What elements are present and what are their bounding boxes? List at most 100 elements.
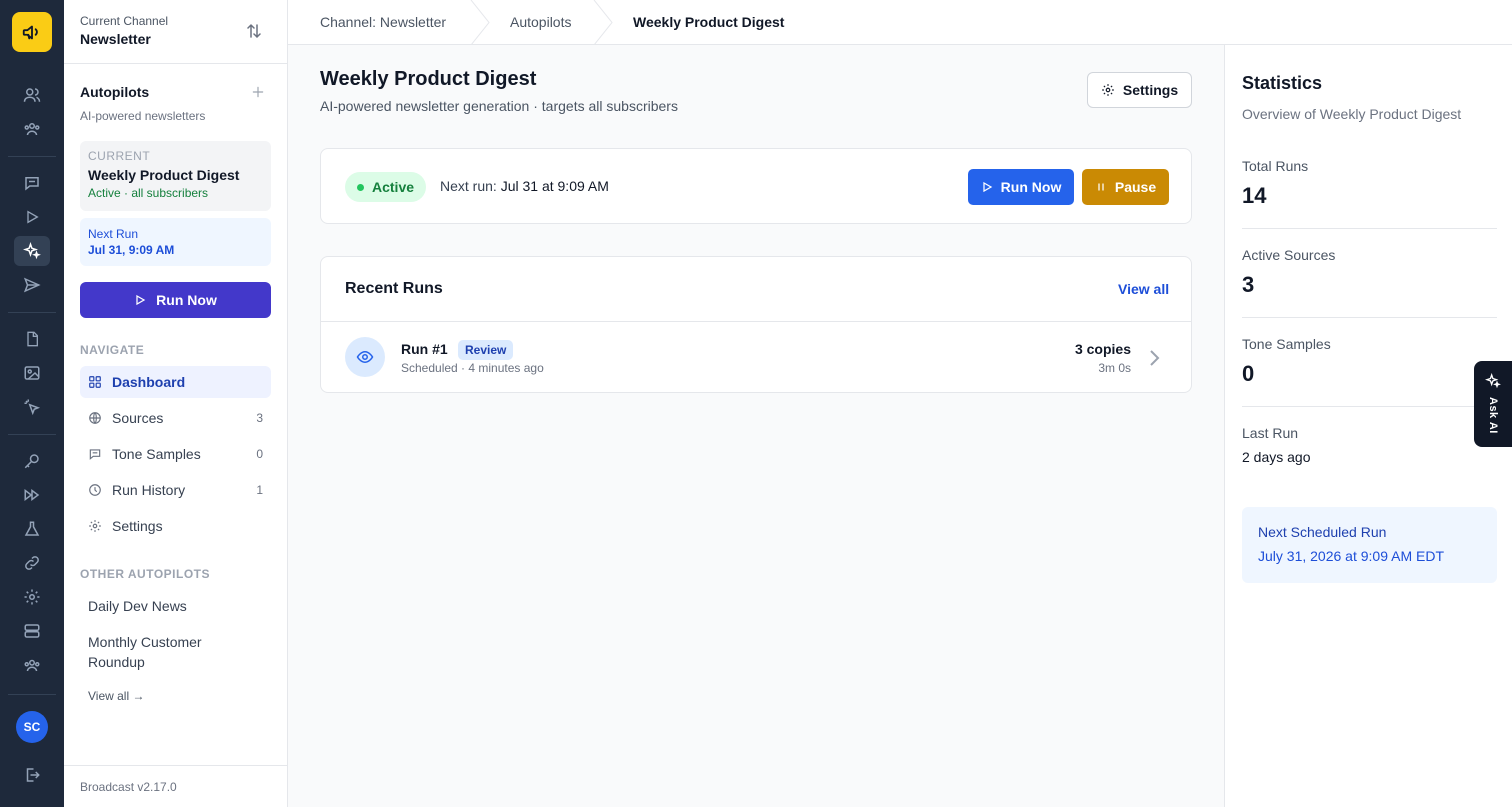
run-status-badge: Review: [458, 340, 514, 360]
globe-icon: [88, 411, 104, 425]
switch-arrows-icon[interactable]: [245, 22, 263, 40]
statistics-panel: Statistics Overview of Weekly Product Di…: [1224, 45, 1512, 807]
stat-value: 2 days ago: [1242, 449, 1311, 465]
sparkles-icon[interactable]: [14, 236, 50, 266]
link-icon[interactable]: [14, 548, 50, 578]
stat-label: Last Run: [1242, 425, 1299, 441]
stat-value: 0: [1242, 361, 1255, 386]
recent-runs-title: Recent Runs: [345, 280, 443, 297]
chat-icon[interactable]: [14, 168, 50, 198]
play-icon[interactable]: [14, 202, 50, 232]
key-icon[interactable]: [14, 446, 50, 476]
run-now-label: Run Now: [156, 292, 217, 308]
nav-label: Settings: [112, 518, 163, 534]
message-icon: [88, 447, 104, 461]
settings-button[interactable]: Settings: [1087, 72, 1192, 108]
view-all-autopilots-link[interactable]: View all →: [88, 689, 144, 703]
rail-divider: [8, 434, 56, 435]
stat-value: 3: [1242, 272, 1255, 297]
nav-item-tone-samples[interactable]: Tone Samples 0: [80, 438, 271, 470]
next-run-text: Next run: Jul 31 at 9:09 AM: [440, 178, 609, 194]
breadcrumb-autopilots[interactable]: Autopilots: [510, 14, 571, 30]
image-icon[interactable]: [14, 358, 50, 388]
breadcrumb: Channel: Newsletter Autopilots Weekly Pr…: [288, 0, 1512, 45]
nav-label: Tone Samples: [112, 446, 201, 462]
play-icon: [136, 294, 146, 306]
nav-item-run-history[interactable]: Run History 1: [80, 474, 271, 506]
channel-selector[interactable]: Current Channel Newsletter: [80, 14, 168, 47]
sidebar-run-now-button[interactable]: Run Now: [80, 282, 271, 318]
rail-divider: [8, 694, 56, 695]
channel-label: Current Channel: [80, 14, 169, 28]
stat-label: Total Runs: [1242, 158, 1309, 174]
run-meta: Scheduled · 4 minutes ago: [401, 361, 544, 375]
megaphone-logo-icon[interactable]: [12, 12, 52, 52]
file-icon[interactable]: [14, 324, 50, 354]
nav-count: 0: [256, 447, 263, 461]
groups-icon[interactable]: [14, 114, 50, 144]
current-autopilot-name: Weekly Product Digest: [88, 167, 240, 183]
team-icon[interactable]: [14, 650, 50, 680]
next-run-card: Next Run Jul 31, 9:09 AM: [80, 218, 271, 266]
next-run-value: Jul 31 at 9:09 AM: [500, 178, 609, 194]
next-run-prefix: Next run:: [440, 178, 497, 194]
send-icon[interactable]: [14, 270, 50, 300]
stat-divider: [1242, 317, 1497, 318]
run-now-label: Run Now: [1000, 179, 1062, 195]
nav-item-settings[interactable]: Settings: [80, 510, 271, 542]
status-dot-icon: [357, 183, 364, 191]
view-all-runs-link[interactable]: View all: [1118, 281, 1169, 297]
cursor-click-icon[interactable]: [14, 392, 50, 422]
current-autopilot-card[interactable]: CURRENT Weekly Product Digest Active · a…: [80, 141, 271, 211]
other-autopilot-item[interactable]: Monthly Customer Roundup: [88, 632, 248, 672]
scheduled-value: July 31, 2026 at 9:09 AM EDT: [1258, 548, 1444, 564]
gear-icon[interactable]: [14, 582, 50, 612]
status-label: Active: [372, 179, 415, 195]
grid-icon: [88, 375, 104, 389]
chevron-right-icon: [1149, 349, 1161, 367]
nav-label: Run History: [112, 482, 186, 498]
fast-forward-icon[interactable]: [14, 480, 50, 510]
status-card: Active Next run: Jul 31 at 9:09 AM Run N…: [320, 148, 1192, 224]
database-icon[interactable]: [14, 616, 50, 646]
users-icon[interactable]: [14, 80, 50, 110]
flask-icon[interactable]: [14, 514, 50, 544]
logout-icon[interactable]: [14, 760, 50, 790]
run-now-button[interactable]: Run Now: [968, 169, 1074, 205]
breadcrumb-separator-icon: [593, 0, 613, 45]
table-row[interactable]: Run #1 Review Scheduled · 4 minutes ago …: [321, 322, 1191, 393]
nav-count: 1: [256, 483, 263, 497]
eye-icon: [345, 337, 385, 377]
plus-icon[interactable]: [251, 85, 265, 99]
stat-divider: [1242, 228, 1497, 229]
nav-item-sources[interactable]: Sources 3: [80, 402, 271, 434]
ask-ai-label: Ask AI: [1487, 397, 1499, 434]
pause-icon: [1098, 183, 1104, 191]
stat-label: Tone Samples: [1242, 336, 1331, 352]
run-copies: 3 copies: [1074, 341, 1131, 357]
avatar[interactable]: SC: [16, 711, 48, 743]
nav-item-dashboard[interactable]: Dashboard: [80, 366, 271, 398]
pause-label: Pause: [1114, 179, 1157, 195]
ask-ai-button[interactable]: Ask AI: [1474, 361, 1512, 447]
play-icon: [983, 181, 992, 193]
run-duration: 3m 0s: [1098, 361, 1131, 375]
sidebar: Current Channel Newsletter Autopilots AI…: [64, 0, 288, 807]
other-autopilot-item[interactable]: Daily Dev News: [88, 596, 248, 616]
other-autopilots-heading: OTHER AUTOPILOTS: [80, 567, 211, 581]
gear-icon: [1102, 84, 1114, 96]
autopilots-subtitle: AI-powered newsletters: [80, 109, 206, 123]
current-autopilot-status: Active · all subscribers: [88, 186, 209, 200]
autopilots-title: Autopilots: [80, 84, 150, 100]
sidebar-divider: [64, 765, 288, 766]
breadcrumb-channel[interactable]: Channel: Newsletter: [320, 14, 446, 30]
sparkles-icon: [1485, 373, 1501, 389]
version-label: Broadcast v2.17.0: [80, 780, 177, 794]
channel-name: Newsletter: [80, 31, 151, 47]
page-title: Weekly Product Digest: [320, 68, 537, 90]
gear-icon: [88, 519, 104, 533]
statistics-subtitle: Overview of Weekly Product Digest: [1242, 106, 1462, 122]
icon-rail: SC: [0, 0, 64, 807]
pause-button[interactable]: Pause: [1082, 169, 1169, 205]
rail-divider: [8, 312, 56, 313]
